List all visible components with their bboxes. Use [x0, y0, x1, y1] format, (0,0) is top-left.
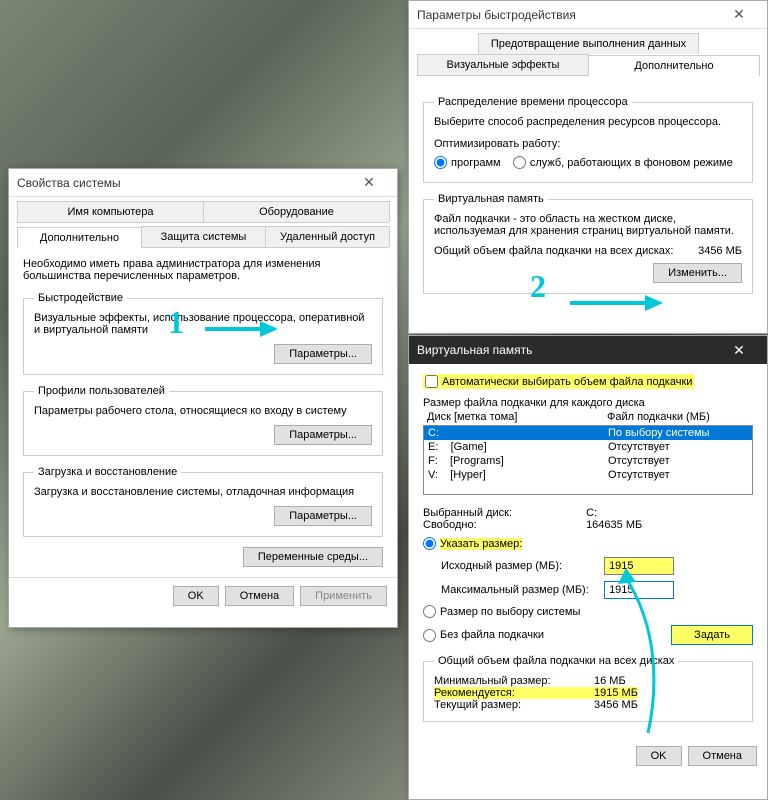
- tab-remote[interactable]: Удаленный доступ: [265, 226, 390, 247]
- sched-legend: Распределение времени процессора: [434, 96, 632, 108]
- drive-row[interactable]: V: [Hyper]Отсутствует: [424, 468, 752, 482]
- radio-programs-input[interactable]: [434, 156, 447, 169]
- profiles-group: Профили пользователей Параметры рабочего…: [23, 385, 383, 456]
- startup-legend: Загрузка и восстановление: [34, 466, 181, 478]
- sysprops-titlebar: Свойства системы ✕: [9, 169, 397, 197]
- radio-custom-input[interactable]: [423, 537, 436, 550]
- initial-size-input[interactable]: [604, 557, 674, 575]
- perfopts-titlebar: Параметры быстродействия ✕: [409, 1, 767, 29]
- initial-size-label: Исходный размер (МБ):: [441, 560, 601, 572]
- system-properties-window: Свойства системы ✕ Имя компьютера Оборуд…: [8, 168, 398, 628]
- auto-manage-input[interactable]: [425, 375, 438, 388]
- max-size-input[interactable]: [604, 581, 674, 599]
- sysprops-tab-row2: Дополнительно Защита системы Удаленный д…: [17, 226, 389, 248]
- radio-system-managed[interactable]: Размер по выбору системы: [423, 605, 580, 618]
- vmdlg-cancel-button[interactable]: Отмена: [688, 746, 757, 766]
- rec-label: Рекомендуется:: [434, 687, 594, 699]
- close-icon[interactable]: ✕: [349, 169, 389, 197]
- min-label: Минимальный размер:: [434, 675, 594, 687]
- startup-text: Загрузка и восстановление системы, отлад…: [34, 486, 372, 498]
- drive-row[interactable]: F: [Programs]Отсутствует: [424, 454, 752, 468]
- virtual-memory-dialog: Виртуальная память ✕ Автоматически выбир…: [408, 335, 768, 800]
- totals-legend: Общий объем файла подкачки на всех диска…: [434, 655, 678, 667]
- drive-row[interactable]: E: [Game]Отсутствует: [424, 440, 752, 454]
- close-icon[interactable]: ✕: [719, 336, 759, 364]
- selected-drive-value: C:: [586, 507, 597, 519]
- radio-no-pagefile[interactable]: Без файла подкачки: [423, 629, 671, 642]
- auto-manage-checkbox[interactable]: Автоматически выбирать объем файла подка…: [423, 374, 694, 389]
- tab-advanced-perf[interactable]: Дополнительно: [588, 55, 760, 76]
- vmdlg-title: Виртуальная память: [417, 343, 532, 357]
- tab-advanced[interactable]: Дополнительно: [17, 227, 142, 248]
- sysprops-tab-row1: Имя компьютера Оборудование: [17, 201, 389, 223]
- tab-system-protection[interactable]: Защита системы: [141, 226, 266, 247]
- sysprops-intro: Необходимо иметь права администратора дл…: [23, 258, 383, 282]
- set-button[interactable]: Задать: [671, 625, 753, 645]
- max-size-label: Максимальный размер (МБ):: [441, 584, 601, 596]
- performance-settings-button[interactable]: Параметры...: [274, 344, 372, 364]
- performance-text: Визуальные эффекты, использование процес…: [34, 312, 372, 336]
- vm-total-label: Общий объем файла подкачки на всех диска…: [434, 245, 698, 257]
- startup-settings-button[interactable]: Параметры...: [274, 506, 372, 526]
- radio-services[interactable]: служб, работающих в фоновом режиме: [513, 156, 733, 169]
- vm-text: Файл подкачки - это область на жестком д…: [434, 213, 742, 237]
- vm-total-value: 3456 МБ: [698, 245, 742, 257]
- drive-row[interactable]: C: По выбору системы: [424, 426, 752, 440]
- vm-change-button[interactable]: Изменить...: [653, 263, 742, 283]
- close-icon[interactable]: ✕: [719, 1, 759, 29]
- vmdlg-button-row: OK Отмена: [409, 738, 767, 774]
- virtual-memory-group: Виртуальная память Файл подкачки - это о…: [423, 193, 753, 294]
- radio-no-input[interactable]: [423, 629, 436, 642]
- drive-listbox[interactable]: C: По выбору системыE: [Game]Отсутствует…: [423, 425, 753, 495]
- tab-hardware[interactable]: Оборудование: [203, 201, 390, 222]
- min-value: 16 МБ: [594, 675, 626, 687]
- free-value: 164635 МБ: [586, 519, 642, 531]
- performance-group: Быстродействие Визуальные эффекты, испол…: [23, 292, 383, 375]
- drive-list-header: Диск [метка тома] Файл подкачки (МБ): [423, 409, 753, 425]
- sched-optlabel: Оптимизировать работу:: [434, 138, 742, 150]
- performance-options-window: Параметры быстродействия ✕ Предотвращени…: [408, 0, 768, 334]
- vmdlg-titlebar: Виртуальная память ✕: [409, 336, 767, 364]
- sysprops-apply-button[interactable]: Применить: [300, 586, 387, 606]
- profiles-legend: Профили пользователей: [34, 385, 169, 397]
- radio-system-input[interactable]: [423, 605, 436, 618]
- performance-legend: Быстродействие: [34, 292, 127, 304]
- selected-drive-label: Выбранный диск:: [423, 507, 583, 519]
- vm-legend: Виртуальная память: [434, 193, 548, 205]
- sched-text: Выберите способ распределения ресурсов п…: [434, 116, 742, 128]
- radio-programs[interactable]: программ: [434, 156, 501, 169]
- startup-group: Загрузка и восстановление Загрузка и вос…: [23, 466, 383, 537]
- profiles-text: Параметры рабочего стола, относящиеся ко…: [34, 405, 372, 417]
- sysprops-cancel-button[interactable]: Отмена: [225, 586, 294, 606]
- tab-dep[interactable]: Предотвращение выполнения данных: [478, 33, 699, 54]
- tab-computer-name[interactable]: Имя компьютера: [17, 201, 204, 222]
- perfopts-title: Параметры быстродействия: [417, 8, 576, 22]
- free-label: Свободно:: [423, 519, 583, 531]
- perlabel: Размер файла подкачки для каждого диска: [423, 397, 753, 409]
- rec-value: 1915 МБ: [594, 687, 638, 699]
- profiles-settings-button[interactable]: Параметры...: [274, 425, 372, 445]
- env-vars-button[interactable]: Переменные среды...: [243, 547, 383, 567]
- radio-custom-size[interactable]: Указать размер:: [423, 537, 522, 550]
- sysprops-button-row: OK Отмена Применить: [9, 577, 397, 614]
- cur-label: Текущий размер:: [434, 699, 594, 711]
- sysprops-ok-button[interactable]: OK: [173, 586, 219, 606]
- vmdlg-ok-button[interactable]: OK: [636, 746, 682, 766]
- radio-services-input[interactable]: [513, 156, 526, 169]
- processor-scheduling-group: Распределение времени процессора Выберит…: [423, 96, 753, 183]
- sysprops-title: Свойства системы: [17, 176, 121, 190]
- tab-visual-effects[interactable]: Визуальные эффекты: [417, 54, 589, 75]
- totals-group: Общий объем файла подкачки на всех диска…: [423, 655, 753, 722]
- cur-value: 3456 МБ: [594, 699, 638, 711]
